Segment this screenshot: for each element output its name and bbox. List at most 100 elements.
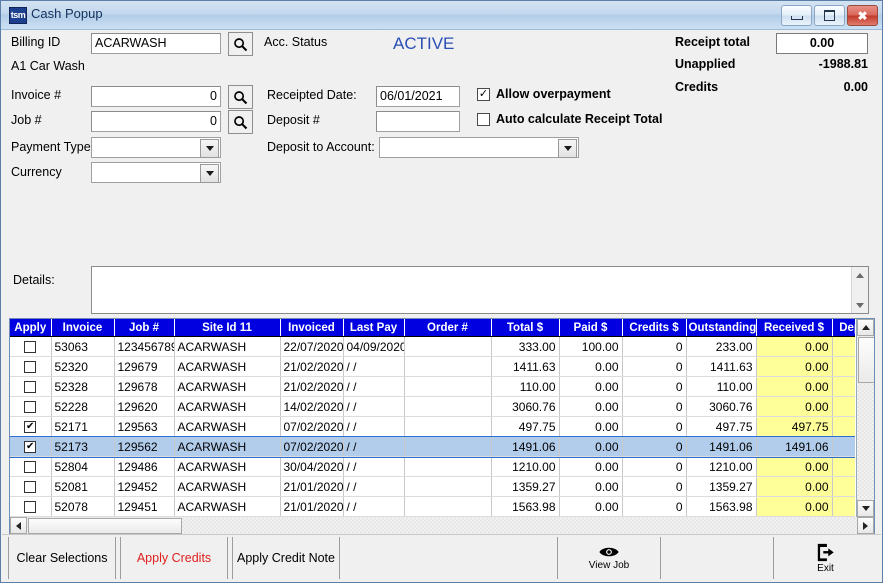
cell-credits[interactable]: 0 <box>622 477 686 497</box>
cell-invoiced[interactable]: 21/02/2020 <box>280 377 343 397</box>
cell-last-pay[interactable]: / / <box>343 377 404 397</box>
table-row[interactable]: 52078129451ACARWASH21/01/2020/ /1563.980… <box>10 497 855 517</box>
cell-job[interactable]: 129678 <box>114 377 174 397</box>
cell-dept[interactable] <box>832 457 855 477</box>
billing-id-lookup-button[interactable] <box>228 32 253 56</box>
cell-invoiced[interactable]: 30/04/2020 <box>280 457 343 477</box>
exit-button[interactable]: Exit <box>773 537 877 579</box>
column-header-order[interactable]: Order # <box>404 319 491 337</box>
table-row[interactable]: 52320129679ACARWASH21/02/2020/ /1411.630… <box>10 357 855 377</box>
maximize-button[interactable] <box>814 5 845 26</box>
checkbox-unchecked-icon[interactable] <box>477 113 490 126</box>
checkbox-unchecked-icon[interactable] <box>24 481 36 493</box>
billing-id-input[interactable]: ACARWASH <box>91 33 221 54</box>
cell-dept[interactable] <box>832 397 855 417</box>
checkbox-unchecked-icon[interactable] <box>24 381 36 393</box>
cell-invoiced[interactable]: 21/01/2020 <box>280 497 343 517</box>
cell-outstanding[interactable]: 1491.06 <box>686 437 756 457</box>
column-header-job[interactable]: Job # <box>114 319 174 337</box>
cell-paid[interactable]: 0.00 <box>559 397 622 417</box>
cell-job[interactable]: 129562 <box>114 437 174 457</box>
cell-site[interactable]: ACARWASH <box>174 457 280 477</box>
table-row[interactable]: 52081129452ACARWASH21/01/2020/ /1359.270… <box>10 477 855 497</box>
cell-total[interactable]: 497.75 <box>491 417 559 437</box>
grid-horizontal-scrollbar[interactable] <box>10 517 874 534</box>
cell-order[interactable] <box>404 497 491 517</box>
checkbox-unchecked-icon[interactable] <box>24 501 36 513</box>
cell-total[interactable]: 1210.00 <box>491 457 559 477</box>
cell-paid[interactable]: 0.00 <box>559 417 622 437</box>
auto-calculate-receipt-total-checkbox[interactable]: Auto calculate Receipt Total <box>477 112 662 126</box>
apply-checkbox-cell[interactable] <box>10 477 51 497</box>
receipt-total-input[interactable]: 0.00 <box>776 33 868 54</box>
cell-order[interactable] <box>404 377 491 397</box>
grid-scroll-up-button[interactable] <box>857 319 874 336</box>
cell-dept[interactable] <box>832 437 855 457</box>
cell-outstanding[interactable]: 1411.63 <box>686 357 756 377</box>
cell-order[interactable] <box>404 477 491 497</box>
cell-invoiced[interactable]: 21/02/2020 <box>280 357 343 377</box>
cell-received[interactable]: 0.00 <box>756 377 832 397</box>
apply-checkbox-cell[interactable] <box>10 337 51 357</box>
cell-dept[interactable] <box>832 497 855 517</box>
cell-site[interactable]: ACARWASH <box>174 377 280 397</box>
cell-credits[interactable]: 0 <box>622 437 686 457</box>
cell-last-pay[interactable]: / / <box>343 397 404 417</box>
apply-checkbox-cell[interactable] <box>10 397 51 417</box>
checkbox-checked-icon[interactable]: ✔ <box>24 421 36 433</box>
cell-total[interactable]: 3060.76 <box>491 397 559 417</box>
checkbox-checked-icon[interactable]: ✔ <box>24 441 36 453</box>
cell-received[interactable]: 0.00 <box>756 457 832 477</box>
apply-credit-note-button[interactable]: Apply Credit Note <box>232 537 340 579</box>
cell-site[interactable]: ACARWASH <box>174 477 280 497</box>
table-row[interactable]: 52328129678ACARWASH21/02/2020/ /110.000.… <box>10 377 855 397</box>
details-textarea[interactable] <box>91 266 869 314</box>
cell-paid[interactable]: 0.00 <box>559 477 622 497</box>
cell-outstanding[interactable]: 1210.00 <box>686 457 756 477</box>
cell-total[interactable]: 1563.98 <box>491 497 559 517</box>
cell-paid[interactable]: 0.00 <box>559 377 622 397</box>
cell-dept[interactable] <box>832 337 855 357</box>
cell-received[interactable]: 0.00 <box>756 337 832 357</box>
scroll-up-icon[interactable] <box>852 267 868 283</box>
invoice-number-input[interactable]: 0 <box>91 86 221 107</box>
cell-dept[interactable] <box>832 357 855 377</box>
cell-job[interactable]: 129451 <box>114 497 174 517</box>
cell-last-pay[interactable]: 04/09/2020 <box>343 337 404 357</box>
cell-paid[interactable]: 100.00 <box>559 337 622 357</box>
job-lookup-button[interactable] <box>228 110 253 134</box>
cell-received[interactable]: 0.00 <box>756 357 832 377</box>
apply-checkbox-cell[interactable] <box>10 377 51 397</box>
cell-job[interactable]: 129452 <box>114 477 174 497</box>
cell-job[interactable]: 129563 <box>114 417 174 437</box>
column-header-received[interactable]: Received $ <box>756 319 832 337</box>
cell-invoiced[interactable]: 22/07/2020 <box>280 337 343 357</box>
cell-paid[interactable]: 0.00 <box>559 437 622 457</box>
cell-received[interactable]: 0.00 <box>756 397 832 417</box>
cell-invoice[interactable]: 52171 <box>51 417 114 437</box>
cell-credits[interactable]: 0 <box>622 377 686 397</box>
cell-invoice[interactable]: 52173 <box>51 437 114 457</box>
table-row[interactable]: 53063123456789ACARWASH22/07/202004/09/20… <box>10 337 855 357</box>
cell-job[interactable]: 129620 <box>114 397 174 417</box>
close-button[interactable]: ✖ <box>847 5 878 26</box>
checkbox-unchecked-icon[interactable] <box>24 401 36 413</box>
cell-site[interactable]: ACARWASH <box>174 497 280 517</box>
cell-received[interactable]: 0.00 <box>756 497 832 517</box>
cell-outstanding[interactable]: 497.75 <box>686 417 756 437</box>
cell-invoiced[interactable]: 21/01/2020 <box>280 477 343 497</box>
cell-order[interactable] <box>404 457 491 477</box>
cell-total[interactable]: 1411.63 <box>491 357 559 377</box>
cell-site[interactable]: ACARWASH <box>174 417 280 437</box>
cell-outstanding[interactable]: 1359.27 <box>686 477 756 497</box>
cell-credits[interactable]: 0 <box>622 337 686 357</box>
apply-checkbox-cell[interactable]: ✔ <box>10 417 51 437</box>
cell-paid[interactable]: 0.00 <box>559 357 622 377</box>
cell-invoice[interactable]: 52228 <box>51 397 114 417</box>
cell-invoiced[interactable]: 07/02/2020 <box>280 417 343 437</box>
apply-checkbox-cell[interactable] <box>10 457 51 477</box>
payment-type-select[interactable] <box>91 137 221 158</box>
cell-order[interactable] <box>404 397 491 417</box>
cell-invoiced[interactable]: 07/02/2020 <box>280 437 343 457</box>
checkbox-unchecked-icon[interactable] <box>24 461 36 473</box>
